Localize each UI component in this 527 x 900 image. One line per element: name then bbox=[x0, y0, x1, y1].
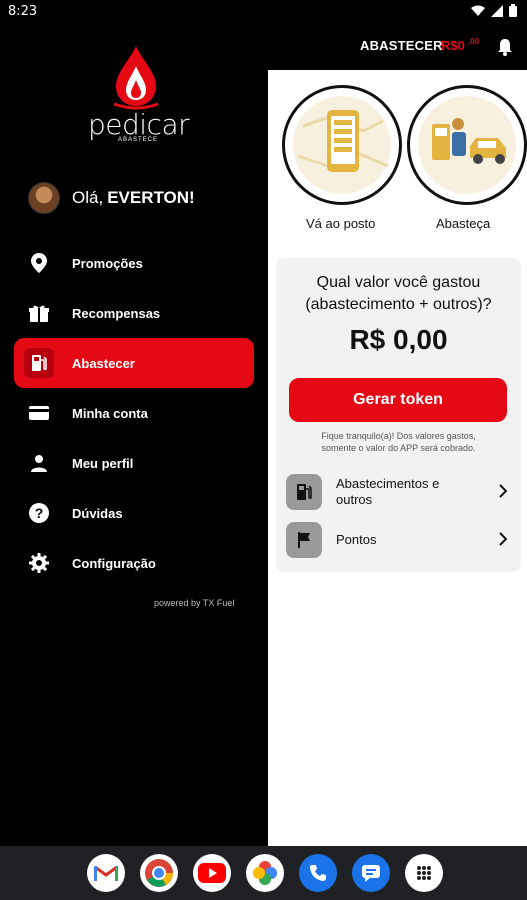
brand-logo: pedicar ABASTECE bbox=[86, 46, 190, 146]
balance-value: R$0 bbox=[441, 38, 465, 53]
note-line-1: Fique tranquilo(a)! Dos valores gastos, bbox=[321, 431, 476, 441]
svg-text:?: ? bbox=[35, 505, 44, 521]
menu-item-promocoes[interactable]: Promoções bbox=[14, 238, 254, 288]
main-content: Vá ao posto Abasteça Qual valor você gas… bbox=[268, 70, 527, 846]
menu-item-label: Dúvidas bbox=[72, 505, 123, 521]
battery-icon bbox=[509, 4, 517, 17]
menu-item-abastecer[interactable]: Abastecer bbox=[14, 338, 254, 388]
wifi-icon bbox=[471, 5, 485, 16]
signal-icon bbox=[491, 4, 503, 17]
bell-icon[interactable] bbox=[497, 38, 513, 61]
question-line-1: Qual valor você gastou bbox=[316, 274, 481, 291]
menu-item-meu-perfil[interactable]: Meu perfil bbox=[14, 438, 254, 488]
drawer-menu: Promoções Recompensas Abastecer Minha co… bbox=[14, 238, 254, 588]
note-line-2: somente o valor do APP será cobrado. bbox=[321, 443, 476, 453]
chevron-right-icon bbox=[499, 484, 508, 503]
attendant-car-icon bbox=[418, 96, 516, 194]
greeting-hello: Olá, bbox=[72, 188, 104, 207]
location-pin-icon bbox=[26, 250, 52, 276]
top-app-bar: ABASTECER R$0 ,00 bbox=[268, 24, 527, 70]
user-greeting: Olá, EVERTON! bbox=[28, 182, 195, 214]
step-label: Abasteça bbox=[436, 216, 491, 231]
youtube-icon[interactable] bbox=[193, 854, 231, 892]
phone-icon[interactable] bbox=[299, 854, 337, 892]
fuel-icon bbox=[286, 474, 322, 510]
row-label: Abastecimentos e outros bbox=[336, 476, 440, 507]
brand-subtitle: ABASTECE bbox=[118, 137, 159, 143]
step-refuel bbox=[407, 85, 527, 205]
menu-item-label: Configuração bbox=[72, 555, 156, 571]
status-bar: 8:23 bbox=[0, 0, 527, 24]
card-icon bbox=[26, 400, 52, 426]
menu-item-label: Abastecer bbox=[72, 355, 135, 371]
app-bar-title: ABASTECER bbox=[360, 38, 443, 53]
powered-by: powered by TX Fuel bbox=[154, 598, 235, 608]
apps-grid-icon[interactable] bbox=[405, 854, 443, 892]
phone-map-icon bbox=[293, 96, 391, 194]
balance-cents: ,00 bbox=[468, 37, 480, 46]
gift-box-icon bbox=[26, 300, 52, 326]
fuel-pump-icon bbox=[24, 348, 54, 378]
gmail-icon[interactable] bbox=[87, 854, 125, 892]
menu-item-configuracao[interactable]: Configuração bbox=[14, 538, 254, 588]
menu-item-label: Minha conta bbox=[72, 405, 148, 421]
photos-icon[interactable] bbox=[246, 854, 284, 892]
messages-icon[interactable] bbox=[352, 854, 390, 892]
menu-item-recompensas[interactable]: Recompensas bbox=[14, 288, 254, 338]
step-label: Vá ao posto bbox=[306, 216, 376, 231]
generate-token-button[interactable]: Gerar token bbox=[289, 378, 507, 422]
drop-logo-icon bbox=[113, 46, 159, 110]
row-label: Pontos bbox=[336, 532, 377, 547]
amount-value[interactable]: R$ 0,00 bbox=[276, 324, 521, 356]
menu-item-label: Promoções bbox=[72, 255, 143, 271]
avatar[interactable] bbox=[28, 182, 60, 214]
row-pontos[interactable]: Pontos bbox=[286, 520, 511, 560]
greeting-name: EVERTON! bbox=[107, 188, 195, 207]
flag-icon bbox=[286, 522, 322, 558]
person-icon bbox=[26, 450, 52, 476]
menu-item-label: Meu perfil bbox=[72, 455, 134, 471]
info-note: Fique tranquilo(a)! Dos valores gastos, … bbox=[296, 430, 501, 454]
chevron-right-icon bbox=[499, 532, 508, 551]
step-go-to-station bbox=[282, 85, 402, 205]
chrome-icon[interactable] bbox=[140, 854, 178, 892]
amount-question: Qual valor você gastou (abastecimento + … bbox=[276, 272, 521, 316]
status-icons bbox=[471, 4, 517, 17]
help-icon: ? bbox=[26, 500, 52, 526]
menu-item-duvidas[interactable]: ? Dúvidas bbox=[14, 488, 254, 538]
question-line-2: (abastecimento + outros)? bbox=[305, 296, 492, 313]
token-card: Qual valor você gastou (abastecimento + … bbox=[276, 258, 521, 572]
gear-icon bbox=[26, 550, 52, 576]
menu-item-label: Recompensas bbox=[72, 305, 161, 321]
navigation-drawer: pedicar ABASTECE Olá, EVERTON! Promoções… bbox=[0, 24, 268, 846]
menu-item-minha-conta[interactable]: Minha conta bbox=[14, 388, 254, 438]
status-time: 8:23 bbox=[8, 4, 38, 19]
app-dock bbox=[0, 846, 527, 900]
row-abastecimentos[interactable]: Abastecimentos e outros bbox=[286, 472, 511, 512]
